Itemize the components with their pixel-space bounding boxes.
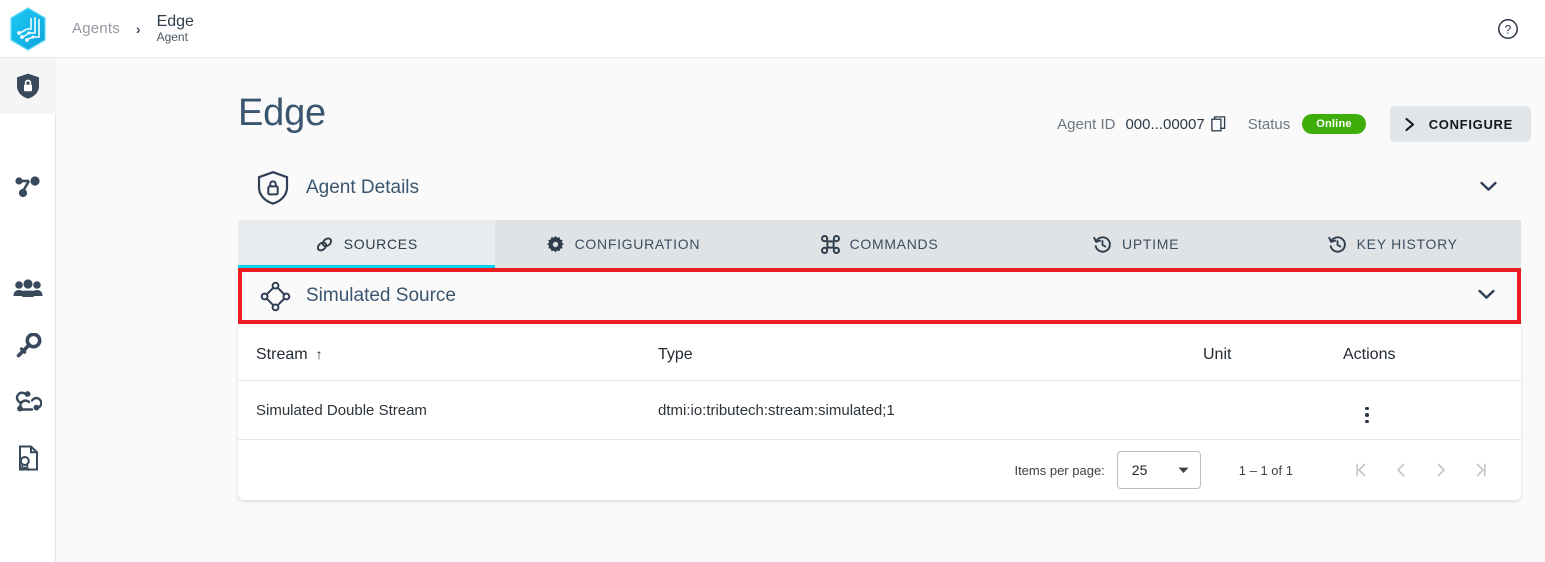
breadcrumb-current: Edge Agent (157, 13, 194, 45)
link-icon (316, 236, 332, 251)
network-share-icon (14, 176, 40, 198)
configure-button[interactable]: CONFIGURE (1389, 106, 1531, 142)
cell-stream: Simulated Double Stream (238, 380, 658, 440)
breadcrumb-current-title: Edge (156, 12, 194, 30)
tab-commands[interactable]: COMMANDS (751, 220, 1008, 268)
sidebar-item-webhooks[interactable] (0, 374, 56, 430)
tab-uptime-label: UPTIME (1122, 236, 1180, 252)
tab-uptime[interactable]: UPTIME (1008, 220, 1265, 268)
sidebar-item-agents[interactable] (0, 58, 56, 114)
configure-button-label: CONFIGURE (1428, 116, 1513, 132)
streams-table-card: Stream ↑ Type Unit Actions Simulated Doub… (238, 328, 1521, 500)
streams-table: Stream ↑ Type Unit Actions Simulated Doub… (238, 328, 1521, 440)
table-head: Stream ↑ Type Unit Actions (238, 328, 1521, 381)
hexagon-circuit-logo (10, 6, 46, 51)
agent-details-panel: SOURCES CONFIGURATION COMMANDS UPTIME KE… (238, 220, 1521, 500)
simulated-source-title: Simulated Source (306, 285, 456, 306)
breadcrumb-root-link[interactable]: Agents (72, 20, 120, 37)
svg-text:?: ? (1505, 22, 1512, 36)
status-label: Status (1247, 115, 1291, 133)
shield-lock-icon (16, 73, 39, 99)
tab-key-history[interactable]: KEY HISTORY (1264, 220, 1521, 268)
tab-configuration-label: CONFIGURATION (574, 236, 701, 252)
kebab-menu-icon[interactable] (1365, 406, 1369, 423)
sidebar-item-keys[interactable] (0, 318, 56, 374)
items-per-page-label: Items per page: (1014, 462, 1105, 478)
next-page-button[interactable] (1421, 450, 1461, 490)
history-icon (1093, 235, 1111, 253)
tab-configuration[interactable]: CONFIGURATION (495, 220, 752, 268)
tab-key-history-label: KEY HISTORY (1356, 236, 1458, 252)
agent-details-header[interactable]: Agent Details (238, 160, 1521, 216)
chevron-right-icon (1405, 117, 1414, 131)
column-header-actions: Actions (1343, 328, 1521, 381)
history-icon (1327, 235, 1346, 253)
items-per-page-select[interactable]: 25 (1116, 451, 1201, 489)
sidebar-item-topology[interactable] (0, 160, 56, 216)
agent-id-label: Agent ID (1057, 115, 1116, 133)
cell-type: dtmi:io:tributech:stream:simulated;1 (658, 380, 1203, 440)
chevron-down-icon (1478, 289, 1495, 299)
copy-icon (1210, 116, 1225, 132)
simulated-source-expand-button[interactable] (1478, 287, 1495, 305)
diamond-nodes-icon (260, 281, 291, 311)
sidebar (0, 58, 56, 562)
page-header-meta: Agent ID 000...00007 Status Online CONFI… (1057, 106, 1531, 142)
simulated-source-header[interactable]: Simulated Source (242, 272, 1517, 320)
sidebar-item-users[interactable] (0, 262, 56, 318)
top-bar: Agents › Edge Agent ? (0, 0, 1545, 58)
tab-sources[interactable]: SOURCES (238, 220, 495, 268)
page-header: Edge Agent ID 000...00007 Status Online (238, 92, 1531, 160)
agent-details-title: Agent Details (306, 177, 420, 198)
status-badge: Online (1302, 114, 1366, 134)
help-button[interactable]: ? (1497, 18, 1519, 40)
table-row[interactable]: Simulated Double Stream dtmi:io:tributec… (238, 380, 1521, 440)
sidebar-item-certificates[interactable] (0, 430, 56, 486)
sort-ascending-icon: ↑ (315, 346, 323, 362)
prev-page-icon (1397, 463, 1405, 477)
column-header-stream-label: Stream (256, 346, 308, 363)
breadcrumb-current-subtitle: Agent (156, 30, 188, 45)
tab-bar: SOURCES CONFIGURATION COMMANDS UPTIME KE… (238, 220, 1521, 268)
main-content: Edge Agent ID 000...00007 Status Online (56, 58, 1545, 562)
column-header-unit[interactable]: Unit (1203, 328, 1343, 381)
cell-actions (1343, 380, 1521, 440)
copy-agent-id-button[interactable] (1210, 116, 1226, 132)
simulated-source-header-highlight: Simulated Source (238, 268, 1521, 324)
chevron-down-icon (1480, 181, 1497, 191)
first-page-button[interactable] (1341, 450, 1381, 490)
webhook-icon (15, 391, 42, 412)
tab-sources-label: SOURCES (343, 236, 418, 252)
certificate-document-icon (18, 445, 38, 472)
table-header-row: Stream ↑ Type Unit Actions (238, 328, 1521, 381)
items-per-page-value: 25 (1131, 462, 1148, 478)
last-page-button[interactable] (1461, 450, 1501, 490)
breadcrumb: Agents › Edge Agent (56, 0, 194, 57)
agent-details-expand-button[interactable] (1480, 179, 1497, 197)
column-header-type[interactable]: Type (658, 328, 1203, 381)
people-group-icon (13, 279, 42, 297)
page-title: Edge (238, 92, 326, 134)
tab-commands-label: COMMANDS (849, 236, 939, 252)
table-body: Simulated Double Stream dtmi:io:tributec… (238, 380, 1521, 440)
app-root: Agents › Edge Agent ? Edge Agent ID 000.… (0, 0, 1545, 562)
help-circle-icon: ? (1498, 19, 1518, 39)
command-icon (820, 234, 840, 254)
last-page-icon (1476, 463, 1486, 477)
column-header-stream[interactable]: Stream ↑ (238, 328, 658, 381)
previous-page-button[interactable] (1381, 450, 1421, 490)
app-logo[interactable] (0, 0, 56, 57)
key-icon (16, 333, 41, 358)
page-range-label: 1 – 1 of 1 (1238, 462, 1293, 478)
cell-unit (1203, 380, 1343, 440)
first-page-icon (1356, 463, 1366, 477)
agent-id-value: 000...00007 (1125, 115, 1205, 133)
triangle-down-icon (1178, 467, 1189, 473)
shield-lock-outline-icon (257, 171, 289, 205)
gear-icon (546, 235, 564, 252)
next-page-icon (1437, 463, 1445, 477)
table-paginator: Items per page: 25 1 – 1 of 1 (238, 440, 1521, 500)
breadcrumb-separator-icon: › (135, 20, 141, 37)
